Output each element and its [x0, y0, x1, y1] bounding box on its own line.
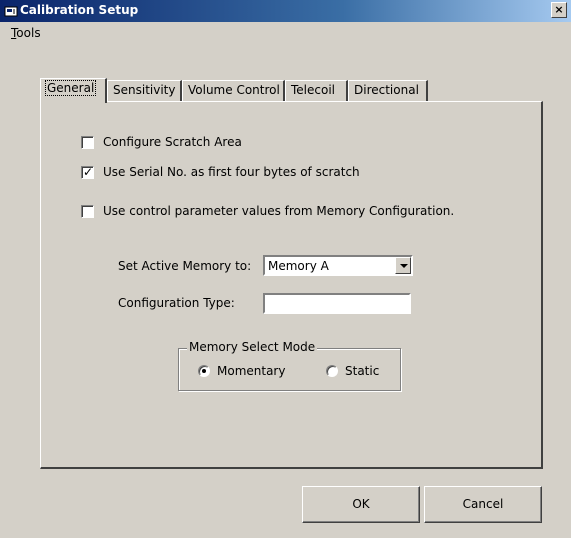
active-memory-value: Memory A [268, 259, 329, 273]
checkbox-box[interactable] [81, 136, 94, 149]
menu-bar: Tools [0, 26, 571, 46]
app-icon [4, 6, 18, 17]
checkbox-label: Use control parameter values from Memory… [103, 204, 455, 218]
window-title: Calibration Setup [20, 3, 139, 17]
radio-button[interactable] [326, 365, 338, 377]
radio-button[interactable] [198, 365, 210, 377]
checkmark-icon: ✓ [83, 165, 94, 179]
ok-button[interactable]: OK [302, 486, 420, 523]
calibration-setup-window: Calibration Setup × Tools General Sensit… [0, 0, 571, 538]
radio-label: Momentary [217, 364, 286, 378]
menu-tools[interactable]: Tools [11, 26, 41, 40]
menu-tools-label: ools [16, 26, 41, 40]
checkbox-label: Use Serial No. as first four bytes of sc… [103, 165, 360, 179]
active-memory-label: Set Active Memory to: [118, 259, 252, 273]
tab-directional-label: Directional [354, 83, 419, 97]
dropdown-button[interactable] [395, 257, 411, 274]
title-bar[interactable]: Calibration Setup × [0, 0, 571, 22]
close-icon: × [554, 3, 564, 16]
tab-volume-control-label: Volume Control [188, 83, 280, 97]
active-memory-select[interactable]: Memory A [263, 255, 413, 276]
general-tab-panel [40, 101, 543, 469]
configuration-type-label: Configuration Type: [118, 296, 235, 310]
tab-volume-control[interactable]: Volume Control [182, 80, 285, 102]
memory-select-mode-title: Memory Select Mode [187, 340, 318, 354]
checkbox-box[interactable] [81, 205, 94, 218]
tab-telecoil-label: Telecoil [291, 83, 335, 97]
chevron-down-icon [400, 264, 408, 268]
tab-telecoil[interactable]: Telecoil [285, 80, 348, 102]
radio-selected-dot [202, 369, 206, 373]
tab-general[interactable]: General [40, 78, 107, 103]
checkbox-label: Configure Scratch Area [103, 135, 242, 149]
tab-general-label: General [44, 80, 97, 96]
configuration-type-input[interactable] [263, 293, 411, 314]
memory-select-mode-group: Memory Select Mode Momentary Static [178, 340, 401, 391]
cancel-button[interactable]: Cancel [424, 486, 542, 523]
close-button[interactable]: × [551, 2, 567, 18]
tab-sensitivity[interactable]: Sensitivity [107, 80, 182, 102]
radio-label: Static [345, 364, 380, 378]
tab-sensitivity-label: Sensitivity [113, 83, 176, 97]
checkbox-box[interactable]: ✓ [81, 165, 94, 179]
tab-directional[interactable]: Directional [348, 80, 428, 102]
